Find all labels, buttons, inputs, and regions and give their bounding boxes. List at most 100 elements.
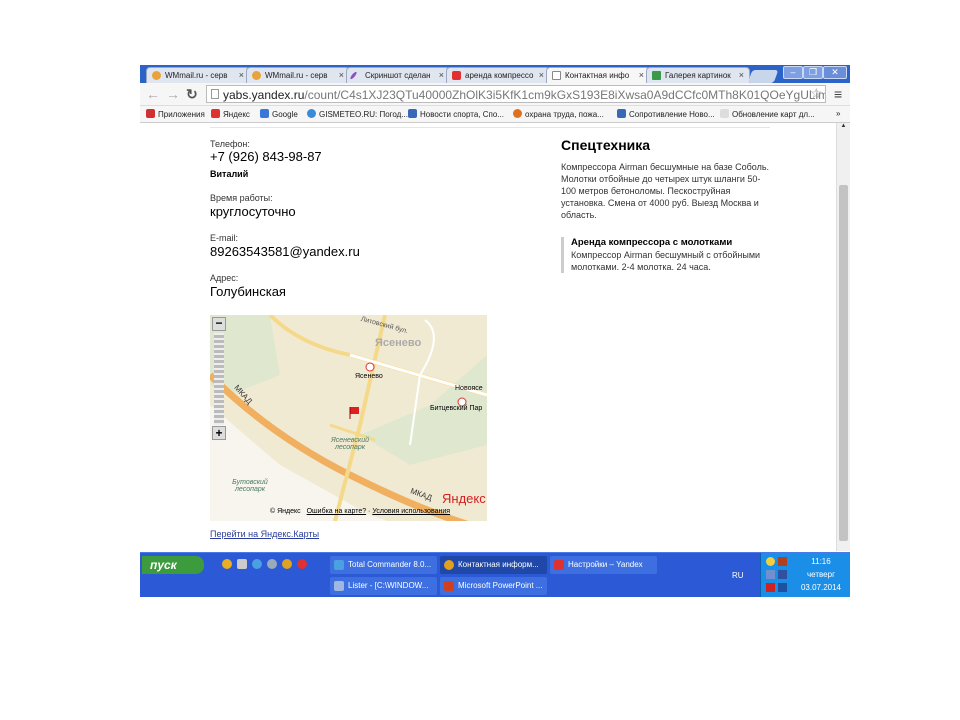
start-button[interactable]: пуск — [142, 556, 204, 574]
back-icon[interactable]: ← — [146, 86, 160, 102]
close-icon[interactable]: × — [439, 70, 444, 80]
map-terms-link[interactable]: Условия использования — [372, 508, 450, 515]
scrollbar-thumb[interactable] — [839, 185, 848, 541]
more-bookmarks-button[interactable]: » — [836, 109, 840, 118]
bookmark-yandex[interactable]: Яндекс — [211, 109, 250, 119]
task-lister[interactable]: Lister - [C:\WINDOW... — [330, 577, 437, 595]
desktop-icon[interactable] — [267, 559, 277, 569]
hours-value: круглосуточно — [210, 204, 296, 219]
url-host: yabs.yandex.ru — [223, 88, 305, 102]
maximize-button[interactable]: ❐ — [803, 66, 823, 79]
ie-icon[interactable] — [252, 559, 262, 569]
forward-icon[interactable]: → — [166, 86, 180, 102]
bookmark-sport[interactable]: Новости спорта, Спо... — [408, 109, 504, 119]
bookmark-label: Сопротивление Ново... — [629, 110, 715, 119]
contact-person: Виталий — [210, 169, 249, 179]
tab-arenda[interactable]: аренда компрессо × — [446, 67, 550, 83]
tab-label: Галерея картинок — [665, 71, 731, 80]
zoom-out-button[interactable]: − — [212, 317, 226, 331]
tab-wmmail-1[interactable]: WMmail.ru - серв × — [146, 67, 250, 83]
bookmark-label: Google — [272, 110, 298, 119]
reload-icon[interactable]: ↻ — [186, 86, 198, 103]
tab-wmmail-2[interactable]: WMmail.ru - серв × — [246, 67, 350, 83]
kaspersky-icon[interactable] — [766, 583, 775, 592]
address-bar[interactable]: yabs.yandex.ru/count/C4s1XJ23QTu40000ZhO… — [206, 85, 826, 103]
task-yandex-settings[interactable]: Настройки – Yandex — [550, 556, 657, 574]
bookmark-label: Новости спорта, Спо... — [420, 110, 504, 119]
tab-label: Скриншот сделан — [365, 71, 431, 80]
minimize-button[interactable]: – — [783, 66, 803, 79]
map-footer: © Яндекс Ошибка на карте? · Условия испо… — [270, 508, 451, 515]
yandex-browser-icon[interactable] — [297, 559, 307, 569]
ad-title[interactable]: Аренда компрессора с молотками — [571, 237, 771, 248]
bookmark-maps[interactable]: Обновление карт дл... — [720, 109, 815, 119]
clock-date: 03.07.2014 — [800, 583, 842, 592]
tab-strip: WMmail.ru - серв × WMmail.ru - серв × Скри… — [140, 65, 850, 83]
volume-icon[interactable] — [778, 557, 787, 566]
close-icon[interactable]: × — [639, 70, 644, 80]
ad-block[interactable]: Аренда компрессора с молотками Компрессо… — [561, 237, 771, 273]
l2-icon — [720, 109, 729, 118]
tab-label: Контактная инфо — [565, 71, 630, 80]
bookmark-ohrana[interactable]: охрана труда, пожа... — [513, 109, 604, 119]
new-tab-button[interactable] — [747, 70, 779, 83]
bookmark-apps[interactable]: Приложения — [146, 109, 205, 119]
system-tray: 11:16 четверг 03.07.2014 — [760, 553, 850, 597]
bookmark-google[interactable]: Google — [260, 109, 298, 119]
language-indicator[interactable]: RU — [732, 571, 744, 580]
email-label: E-mail: — [210, 233, 239, 243]
task-powerpoint[interactable]: Microsoft PowerPoint ... — [440, 577, 547, 595]
quicklaunch-icon[interactable] — [222, 559, 232, 569]
sidebar-title: Спецтехника — [561, 137, 651, 153]
task-chrome[interactable]: Контактная информ... — [440, 556, 547, 574]
divider — [210, 127, 770, 128]
network-icon[interactable] — [766, 570, 775, 579]
tray-icon[interactable] — [766, 557, 775, 566]
tab-screenshot[interactable]: Скриншот сделан × — [346, 67, 450, 83]
phone-label: Телефон: — [210, 139, 250, 149]
map-label-park2: Бутовский лесопарк — [232, 479, 268, 493]
zoom-in-button[interactable]: + — [212, 426, 226, 440]
taskbar: пуск Total Commander 8.0... Контактная и… — [140, 552, 850, 597]
star-icon[interactable]: ☆ — [810, 85, 823, 102]
tab-label: WMmail.ru - серв — [265, 71, 328, 80]
bookmark-gismeteo[interactable]: GISMETEO.RU: Погод... — [307, 109, 408, 119]
clock-time: 11:16 — [811, 557, 831, 566]
bookmark-vk[interactable]: Сопротивление Ново... — [617, 109, 715, 119]
close-icon[interactable]: × — [539, 70, 544, 80]
pen-icon — [349, 71, 358, 80]
clock[interactable]: 11:16 четверг 03.07.2014 — [793, 557, 849, 592]
google-icon — [260, 109, 269, 118]
browser-window: WMmail.ru - серв × WMmail.ru - серв × Скри… — [140, 65, 850, 597]
zoom-slider[interactable] — [214, 333, 224, 425]
chrome-icon[interactable] — [282, 559, 292, 569]
close-window-button[interactable]: ✕ — [823, 66, 847, 79]
map-error-link[interactable]: Ошибка на карте? — [307, 508, 367, 515]
yandex-icon — [452, 71, 461, 80]
open-yandex-maps-link[interactable]: Перейти на Яндекс.Карты — [210, 529, 319, 539]
tab-gallery[interactable]: Галерея картинок × — [646, 67, 750, 83]
map-label-district: Ясенево — [375, 337, 422, 349]
close-icon[interactable]: × — [239, 70, 244, 80]
ad-text: Компрессор Airman бесшумный с отбойными … — [571, 250, 761, 272]
tab-contacts[interactable]: Контактная инфо × — [546, 67, 650, 83]
close-icon[interactable]: × — [339, 70, 344, 80]
wmmail-icon — [252, 71, 261, 80]
quicklaunch-icon[interactable] — [237, 559, 247, 569]
sport-icon — [408, 109, 417, 118]
tray-icon[interactable] — [778, 583, 787, 592]
map-label-metro2b: Битцевский Пар — [430, 405, 483, 412]
menu-icon[interactable]: ≡ — [834, 86, 842, 102]
yandex-icon — [211, 109, 220, 118]
yandex-map[interactable]: Ясенево Литовский бул. Ясенево Новоясе Б… — [210, 315, 487, 521]
task-total-commander[interactable]: Total Commander 8.0... — [330, 556, 437, 574]
location-flag-icon — [350, 407, 359, 414]
scroll-up-icon[interactable]: ▲ — [837, 123, 850, 129]
yandex-logo: Яндекс — [442, 491, 486, 506]
chrome-icon — [444, 560, 454, 570]
tray-icon[interactable] — [778, 570, 787, 579]
scrollbar[interactable]: ▲ — [836, 123, 850, 551]
start-label: пуск — [150, 558, 177, 572]
page-content: Телефон: +7 (926) 843-98-87 Виталий Врем… — [140, 123, 836, 551]
close-icon[interactable]: × — [739, 70, 744, 80]
